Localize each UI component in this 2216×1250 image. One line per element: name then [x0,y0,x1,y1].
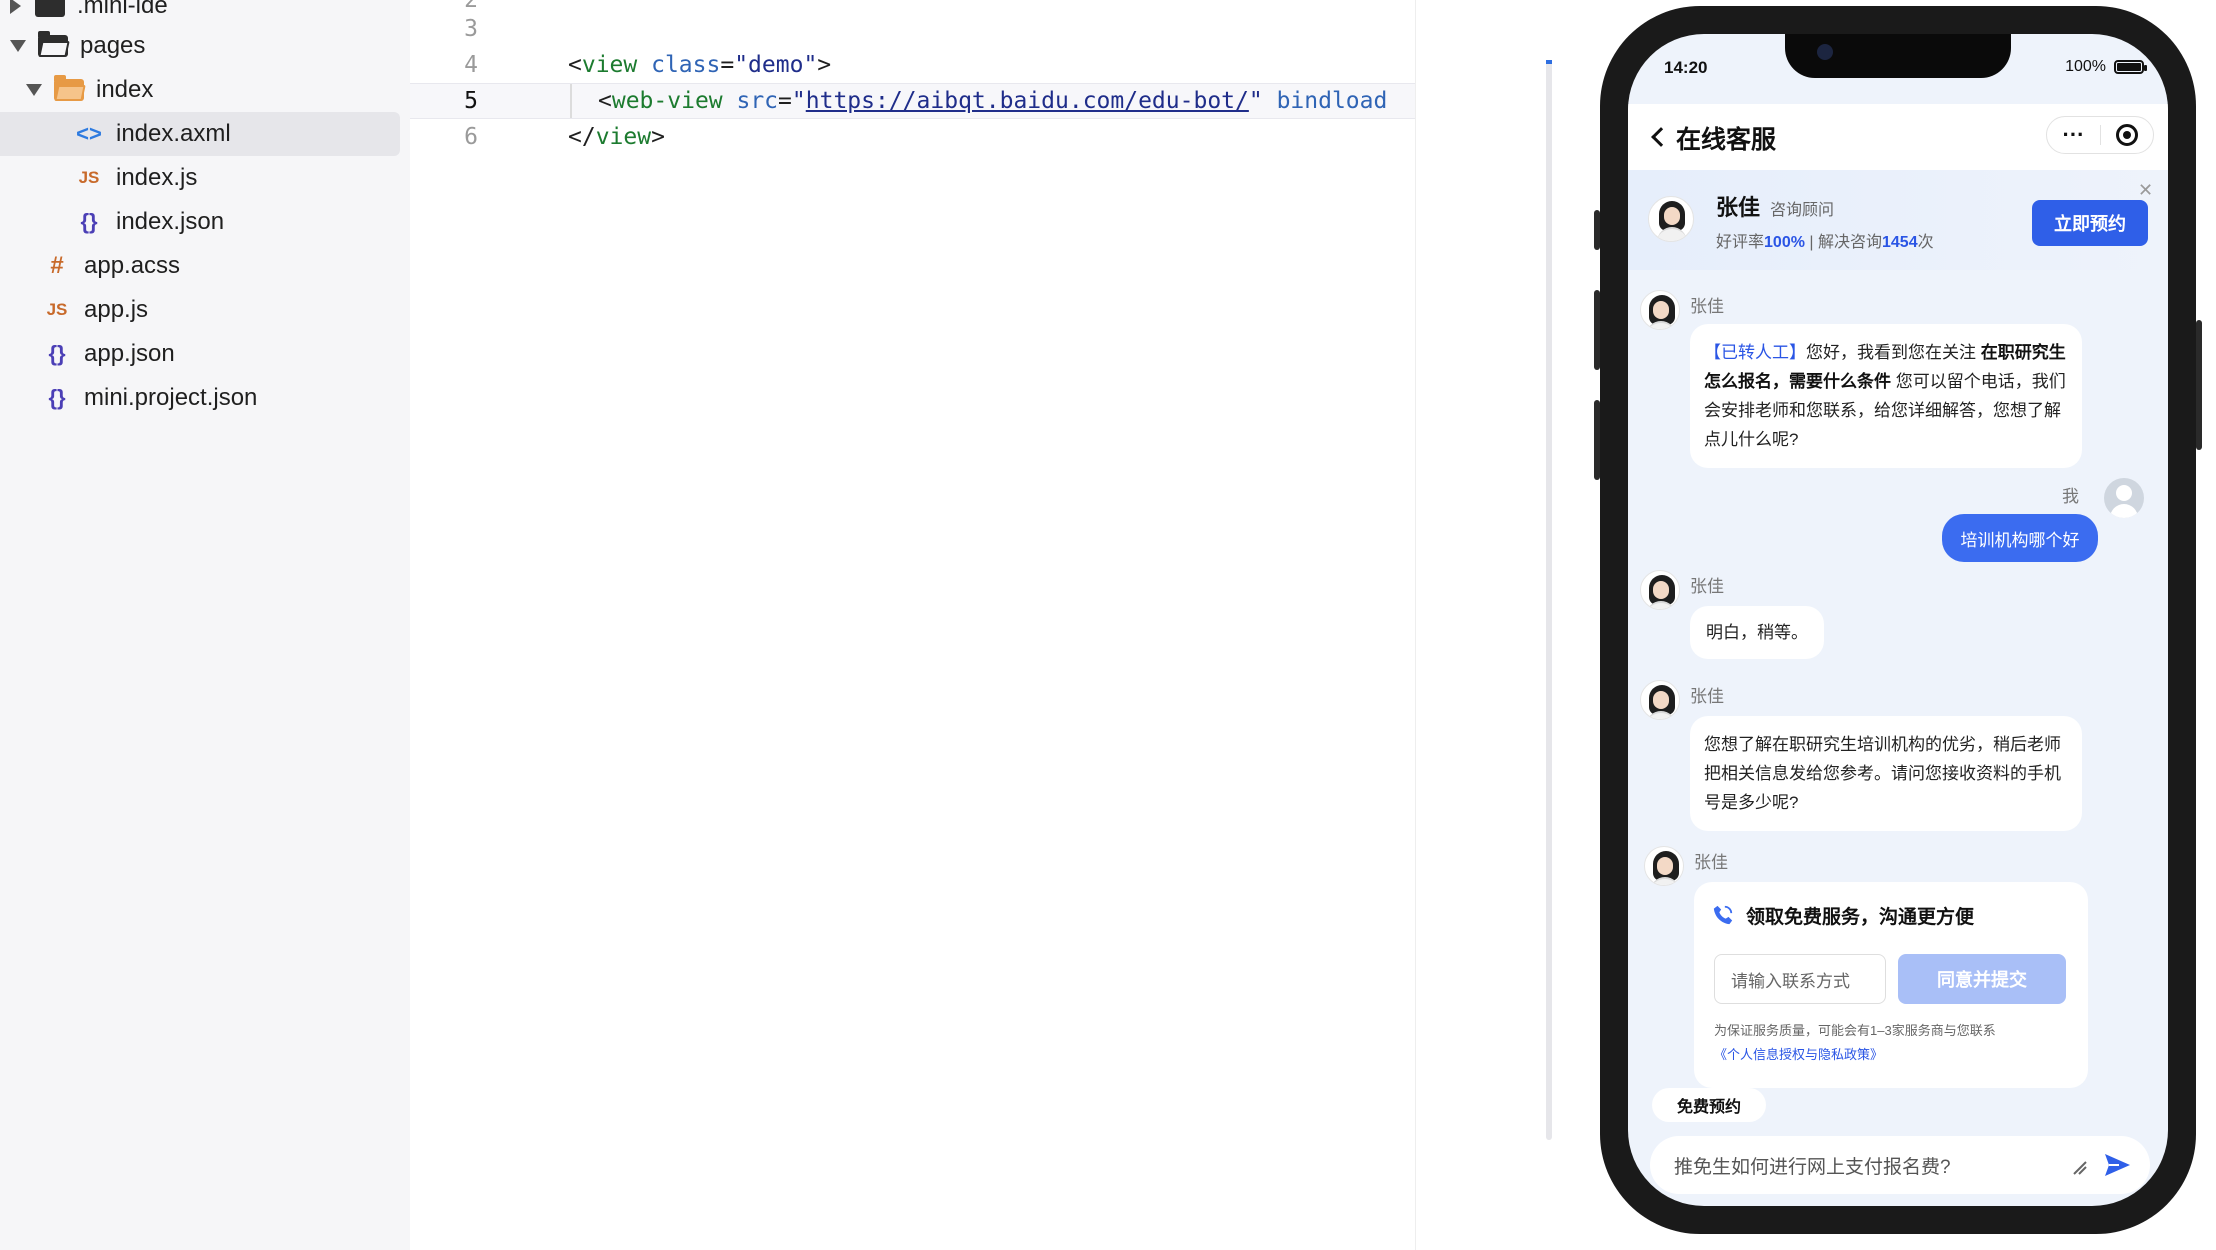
sender-name: 张佳 [1690,297,1724,316]
agent-stats: 好评率100% | 解决咨询1454次 [1716,234,1934,251]
chat-input-bar[interactable]: 推免生如何进行网上支付报名费? [1650,1136,2150,1194]
code-text: <web-view src="https://aibqt.baidu.com/e… [598,88,1388,114]
js-file-icon: JS [46,300,68,319]
tree-item-index-js[interactable]: JS index.js [0,156,198,200]
agent-card: 张佳 咨询顾问 好评率100% | 解决咨询1454次 立即预约 ✕ [1628,170,2168,270]
free-booking-chip[interactable]: 免费预约 [1652,1088,1766,1122]
agent-avatar [1640,680,1680,720]
back-arrow-icon[interactable] [1651,127,1671,147]
tree-item-app-json[interactable]: {} app.json [0,332,175,376]
code-editor[interactable]: 2 3 4 <view class="demo"> 5 <web-view sr… [410,0,1416,1250]
close-app-button[interactable] [2101,124,2153,146]
tree-item-label: index.js [116,164,198,191]
tree-item-pages[interactable]: pages [10,24,145,68]
tree-item-label: app.js [84,296,149,323]
tree-item-index-axml[interactable]: <> index.axml [0,112,400,156]
tree-item-label: app.json [84,340,175,367]
tree-item-label: .mini-ide [77,0,168,19]
tree-item-label: index.axml [116,120,231,147]
more-button[interactable]: ··· [2047,124,2100,146]
code-file-icon: <> [76,121,102,146]
panel-resize-handle[interactable] [1546,60,1552,1140]
code-line: 6 </view> [410,119,1415,155]
code-line-active: 5 <web-view src="https://aibqt.baidu.com… [410,83,1415,119]
sender-name: 张佳 [1694,853,1728,872]
phone-screen: 14:20 100% 在线客服 ··· 张佳 咨询顾问 好评率100% | 解决… [1628,34,2168,1206]
sender-name: 张佳 [1690,577,1724,596]
line-number: 5 [464,88,478,114]
tree-item-index-folder[interactable]: index [26,68,153,112]
phone-volume-up [1594,290,1600,370]
target-icon [2115,124,2138,146]
sender-name: 张佳 [1690,687,1724,706]
tree-item-index-json[interactable]: {} index.json [0,200,224,244]
code-line: 3 [410,11,1415,47]
code-line: 4 <view class="demo"> [410,47,1415,83]
send-icon[interactable] [2102,1150,2132,1180]
js-file-icon: JS [78,168,100,187]
css-file-icon: # [50,252,64,279]
agent-message-bubble: 【已转人工】您好，我看到您在关注 在职研究生怎么报名，需要什么条件 您可以留个电… [1690,324,2082,468]
code-text: <view class="demo"> [568,52,832,78]
tree-item-label: pages [80,32,146,59]
battery-icon [2114,60,2147,74]
phone-call-icon [1713,905,1733,925]
nav-bar: 在线客服 ··· [1628,104,2168,170]
privacy-policy-link[interactable]: 《个人信息授权与隐私政策》 [1714,1044,1883,1063]
tree-item-label: index.json [116,208,225,235]
tree-item-app-js[interactable]: JS app.js [0,288,148,332]
agent-message-bubble: 您想了解在职研究生培训机构的优劣，稍后老师把相关信息发给您参考。请问您接收资料的… [1690,716,2082,831]
agree-submit-button[interactable]: 同意并提交 [1898,954,2066,1004]
battery-percent: 100% [2065,58,2106,75]
phone-mute-switch [1594,210,1600,250]
mini-app-capsule: ··· [2046,116,2154,154]
panel-resize-indicator [1546,60,1552,64]
file-explorer: .mini-ide pages index <> index.axml JS i… [0,0,410,1250]
agent-message-bubble: 明白，稍等。 [1690,606,1824,659]
line-number: 3 [464,16,478,42]
chat-input[interactable]: 推免生如何进行网上支付报名费? [1674,1152,1951,1179]
json-file-icon: {} [48,341,66,366]
phone-power-button [2196,320,2202,450]
folder-open-icon [38,31,70,57]
agent-avatar [1644,846,1684,886]
tree-item-app-acss[interactable]: # app.acss [0,244,180,288]
tree-item-label: mini.project.json [84,384,258,411]
sender-name: 我 [2062,487,2079,506]
status-time: 14:20 [1664,58,1708,77]
agent-role: 咨询顾问 [1770,202,1835,219]
agent-avatar [1640,290,1680,330]
code-text: </view> [568,124,665,150]
folder-icon [35,0,65,17]
form-note: 为保证服务质量，可能会有1–3家服务商与您联系 [1714,1023,1996,1038]
chevron-down-icon [26,84,42,96]
book-now-button[interactable]: 立即预约 [2032,200,2148,246]
json-file-icon: {} [80,209,98,234]
json-file-icon: {} [48,385,66,410]
tree-item-label: index [96,76,154,103]
agent-avatar [1640,570,1680,610]
agent-name: 张佳 [1716,195,1761,220]
agent-avatar [1648,196,1694,242]
line-number: 6 [464,124,478,150]
camera-icon [1817,44,1833,60]
chevron-right-icon [10,0,21,14]
contact-form-card: 领取免费服务，沟通更方便 请输入联系方式 同意并提交 为保证服务质量，可能会有1… [1694,882,2088,1088]
tree-item-label: app.acss [84,252,181,279]
form-title: 领取免费服务，沟通更方便 [1746,907,1975,928]
close-icon[interactable]: ✕ [2138,180,2153,201]
resize-icon [2073,1161,2087,1175]
contact-input[interactable]: 请输入联系方式 [1714,954,1886,1004]
page-title: 在线客服 [1676,126,1777,154]
line-number: 4 [464,52,478,78]
tree-item-mini-project-json[interactable]: {} mini.project.json [0,376,257,420]
chevron-down-icon [10,40,26,52]
user-avatar [2104,478,2144,518]
user-message-bubble: 培训机构哪个好 [1942,514,2098,562]
folder-open-icon [54,75,86,101]
status-battery: 100% [2065,58,2147,76]
indent-guide [570,84,572,118]
phone-volume-down [1594,400,1600,480]
